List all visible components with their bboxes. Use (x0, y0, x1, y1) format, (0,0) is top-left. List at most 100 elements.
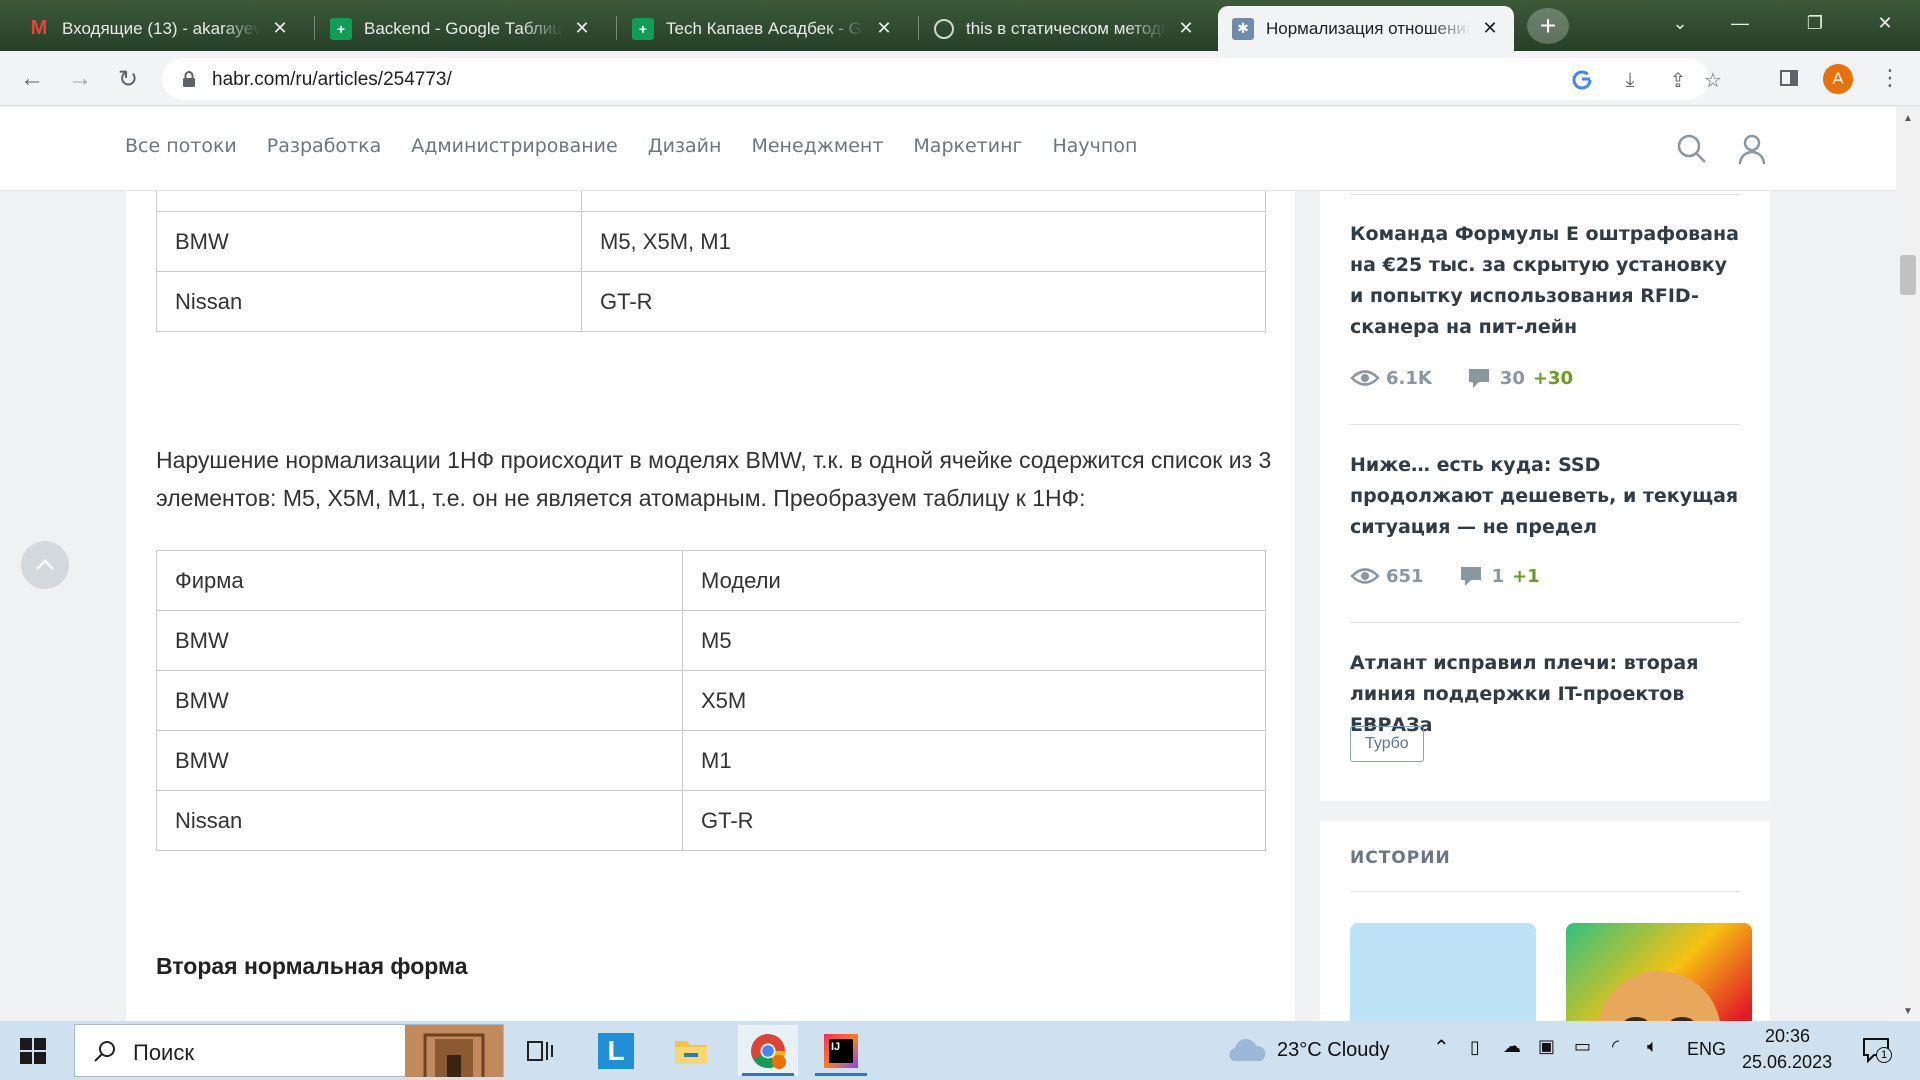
news-item-title[interactable]: Ниже… есть куда: SSD продолжают дешеветь… (1350, 450, 1745, 543)
table-row: BMW M5 (156, 610, 1266, 671)
table-cell: BMW (156, 610, 683, 671)
tab-separator (616, 16, 617, 40)
nav-popsci[interactable]: Научпоп (1053, 135, 1138, 157)
chrome-app-icon[interactable] (738, 1025, 798, 1076)
close-icon[interactable]: ✕ (1176, 18, 1196, 39)
user-icon[interactable] (1734, 131, 1770, 167)
nav-design[interactable]: Дизайн (648, 135, 722, 157)
window-close-icon[interactable]: ✕ (1865, 6, 1905, 40)
search-icon[interactable] (1674, 131, 1710, 167)
cloudy-weather-icon[interactable] (1225, 1037, 1269, 1065)
tab-habr-active[interactable]: ✱ Нормализация отношений ✕ (1218, 6, 1514, 51)
task-view-icon[interactable] (510, 1025, 570, 1076)
scroll-to-top-button[interactable] (21, 541, 69, 589)
weather-text[interactable]: 23°C Cloudy (1277, 1039, 1390, 1062)
wifi-icon[interactable]: ◜ (1612, 1036, 1619, 1057)
table-row: Nissan GT-R (156, 790, 1266, 851)
clock-date[interactable]: 25.06.2023 (1742, 1052, 1832, 1073)
forward-icon[interactable]: → (62, 61, 98, 97)
article-paragraph: Нарушение нормализации 1НФ происходит в … (156, 447, 1272, 511)
table-header-cell: Фирма (156, 550, 683, 611)
nav-marketing[interactable]: Маркетинг (913, 135, 1022, 157)
tab-title: Backend - Google Таблицы (364, 18, 562, 38)
tab-search-icon[interactable]: ⌄ (1660, 6, 1700, 40)
comments-count[interactable]: 1 (1492, 566, 1505, 587)
tag-badge[interactable]: Турбо (1350, 726, 1424, 762)
tab-title: Tech Капаев Асадбек - Google (666, 18, 864, 38)
divider (1350, 194, 1740, 195)
profile-avatar[interactable]: A (1823, 64, 1853, 94)
file-explorer-icon[interactable] (661, 1025, 721, 1076)
nav-administration[interactable]: Администрирование (411, 135, 618, 157)
address-bar[interactable]: habr.com/ru/articles/254773/ ⤓ ⇪ ☆ (162, 58, 1722, 100)
new-tab-button[interactable]: + (1527, 8, 1569, 44)
taskbar-search-placeholder: Поиск (133, 1040, 194, 1065)
close-icon[interactable]: ✕ (572, 18, 592, 39)
news-item-meta: 651 1 +1 (1350, 564, 1540, 588)
nav-management[interactable]: Менеджмент (751, 135, 883, 157)
table-cell: BMW (156, 211, 582, 272)
bookmark-star-icon[interactable]: ☆ (1700, 67, 1726, 93)
show-hidden-icons-icon[interactable]: ⌃ (1433, 1035, 1450, 1060)
install-icon[interactable]: ⤓ (1617, 67, 1643, 93)
menu-kebab-icon[interactable]: ⋮ (1875, 63, 1905, 93)
sheets-icon: + (330, 17, 352, 40)
tab-tech-sheet[interactable]: + Tech Капаев Асадбек - Google ✕ (618, 6, 908, 51)
share-icon[interactable]: ⇪ (1665, 67, 1691, 93)
divider (1350, 891, 1740, 892)
story-card[interactable] (1350, 923, 1536, 1021)
google-translate-icon[interactable] (1569, 67, 1595, 93)
nav-development[interactable]: Разработка (267, 135, 381, 157)
display-icon[interactable]: ▣ (1538, 1036, 1555, 1057)
restore-icon[interactable]: ❐ (1795, 6, 1835, 40)
lingualeo-app-icon[interactable]: L (586, 1025, 646, 1076)
reload-icon[interactable]: ↻ (110, 61, 146, 97)
back-icon[interactable]: ← (14, 61, 50, 97)
volume-icon[interactable]: 🔈︎ (1647, 1036, 1658, 1057)
new-comments-count: +30 (1532, 367, 1574, 389)
petra-search-highlight-image (405, 1025, 503, 1077)
scrollbar-thumb[interactable] (1900, 255, 1916, 295)
views-icon (1350, 370, 1380, 386)
stories-block: ИСТОРИИ (1320, 820, 1770, 1021)
table-cell: GT-R (682, 790, 1266, 851)
story-card[interactable] (1566, 923, 1752, 1021)
side-panel-icon[interactable] (1774, 63, 1804, 93)
new-comments-count: +1 (1512, 565, 1540, 587)
comments-count[interactable]: 30 (1500, 368, 1525, 389)
notification-count: 1 (1876, 1047, 1892, 1063)
comments-icon[interactable] (1458, 564, 1484, 588)
habr-header: Все потоки Разработка Администрирование … (0, 107, 1896, 191)
scroll-down-arrow-icon[interactable]: ▼ (1903, 1006, 1913, 1017)
scroll-up-arrow-icon[interactable]: ▲ (1903, 113, 1913, 124)
taskbar-search[interactable]: Поиск (74, 1024, 504, 1077)
tab-title: Нормализация отношений (1266, 18, 1470, 38)
chatgpt-icon (934, 18, 954, 39)
minimize-icon[interactable]: — (1720, 6, 1760, 40)
input-language[interactable]: ENG (1687, 1039, 1726, 1060)
section-heading: Вторая нормальная форма (156, 953, 468, 979)
habr-nav: Все потоки Разработка Администрирование … (125, 135, 1137, 157)
tab-chatgpt[interactable]: this в статическом методе ✕ (920, 6, 1210, 51)
clock-time[interactable]: 20:36 (1765, 1026, 1810, 1047)
stories-heading: ИСТОРИИ (1350, 848, 1451, 868)
tab-backend-sheet[interactable]: + Backend - Google Таблицы ✕ (316, 6, 606, 51)
windows-start-icon[interactable] (20, 1038, 46, 1064)
tab-gmail[interactable]: M Входящие (13) - akarayev ✕ (14, 6, 304, 51)
comments-icon[interactable] (1466, 366, 1492, 390)
close-icon[interactable]: ✕ (874, 18, 894, 39)
table-row: BMW M5, X5M, M1 (156, 211, 1266, 272)
news-item-title[interactable]: Команда Формулы E оштрафована на €25 тыс… (1350, 219, 1745, 343)
divider (1350, 424, 1740, 425)
close-icon[interactable]: ✕ (270, 18, 290, 39)
nav-all-flows[interactable]: Все потоки (125, 135, 237, 157)
close-icon[interactable]: ✕ (1480, 18, 1500, 39)
battery-icon[interactable]: ▭ (1574, 1036, 1591, 1057)
page-scrollbar[interactable]: ▲ ▼ (1896, 107, 1920, 1021)
onedrive-cloud-icon[interactable]: ☁ (1503, 1036, 1521, 1057)
meet-now-icon[interactable]: ▯ (1470, 1037, 1480, 1058)
notifications-icon[interactable]: 1 (1862, 1037, 1892, 1064)
tab-strip: M Входящие (13) - akarayev ✕ + Backend -… (0, 0, 1920, 51)
intellij-idea-icon[interactable]: IJ (811, 1025, 871, 1076)
url-text: habr.com/ru/articles/254773/ (212, 69, 452, 90)
